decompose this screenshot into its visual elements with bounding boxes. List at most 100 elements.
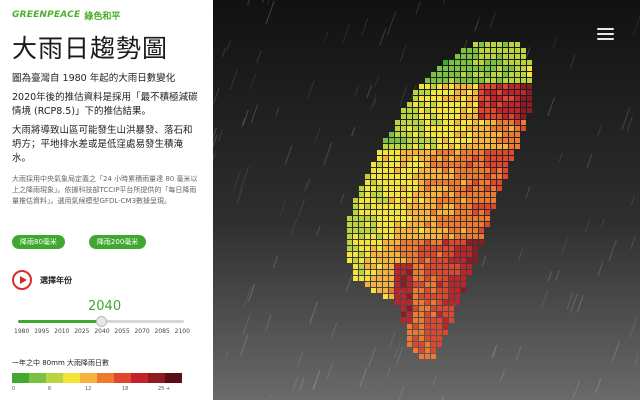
grid-cell bbox=[431, 264, 436, 269]
hamburger-menu-icon[interactable] bbox=[597, 28, 614, 40]
grid-cell bbox=[473, 180, 478, 185]
grid-cell bbox=[395, 144, 400, 149]
grid-cell bbox=[509, 96, 514, 101]
grid-cell bbox=[377, 270, 382, 275]
grid-cell bbox=[419, 174, 424, 179]
page-title: 大雨日趨勢圖 bbox=[12, 34, 169, 63]
grid-cell bbox=[401, 144, 406, 149]
grid-cell bbox=[377, 186, 382, 191]
grid-cell bbox=[419, 270, 424, 275]
grid-cell bbox=[473, 222, 478, 227]
grid-cell bbox=[443, 276, 448, 281]
grid-cell bbox=[437, 174, 442, 179]
year-slider[interactable] bbox=[18, 316, 184, 327]
grid-cell bbox=[485, 96, 490, 101]
legend-swatch bbox=[63, 373, 80, 383]
grid-cell bbox=[455, 114, 460, 119]
grid-cell bbox=[479, 192, 484, 197]
grid-cell bbox=[497, 162, 502, 167]
grid-cell bbox=[479, 198, 484, 203]
grid-cell bbox=[419, 222, 424, 227]
grid-cell bbox=[431, 306, 436, 311]
grid-cell bbox=[461, 174, 466, 179]
grid-cell bbox=[401, 222, 406, 227]
grid-cell bbox=[497, 114, 502, 119]
grid-cell bbox=[485, 162, 490, 167]
grid-cell bbox=[431, 318, 436, 323]
grid-cell bbox=[437, 270, 442, 275]
grid-cell bbox=[395, 216, 400, 221]
grid-cell bbox=[359, 216, 364, 221]
grid-cell bbox=[431, 72, 436, 77]
grid-cell bbox=[443, 222, 448, 227]
grid-cell bbox=[431, 354, 436, 359]
grid-cell bbox=[473, 252, 478, 257]
grid-cell bbox=[431, 150, 436, 155]
grid-cell bbox=[491, 108, 496, 113]
grid-cell bbox=[407, 270, 412, 275]
grid-cell bbox=[401, 156, 406, 161]
grid-cell bbox=[443, 198, 448, 203]
grid-cell bbox=[479, 126, 484, 131]
grid-cell bbox=[473, 66, 478, 71]
grid-cell bbox=[497, 108, 502, 113]
year-tick: 2070 bbox=[134, 328, 150, 335]
grid-cell bbox=[431, 324, 436, 329]
grid-cell bbox=[365, 246, 370, 251]
grid-cell bbox=[491, 174, 496, 179]
rain-200mm-button[interactable]: 降雨200毫米 bbox=[88, 235, 147, 249]
grid-cell bbox=[425, 354, 430, 359]
grid-cell bbox=[461, 60, 466, 65]
grid-cell bbox=[455, 174, 460, 179]
taiwan-map-area[interactable] bbox=[213, 0, 640, 400]
grid-cell bbox=[491, 198, 496, 203]
grid-cell bbox=[449, 150, 454, 155]
grid-cell bbox=[395, 282, 400, 287]
grid-cell bbox=[455, 228, 460, 233]
legend-swatch bbox=[114, 373, 131, 383]
grid-cell bbox=[425, 180, 430, 185]
grid-cell bbox=[377, 258, 382, 263]
grid-cell bbox=[395, 162, 400, 167]
grid-cell bbox=[365, 258, 370, 263]
grid-cell bbox=[443, 324, 448, 329]
grid-cell bbox=[425, 150, 430, 155]
grid-cell bbox=[419, 324, 424, 329]
play-icon[interactable] bbox=[12, 270, 32, 290]
year-slider-thumb[interactable] bbox=[96, 316, 107, 327]
rain-80mm-button[interactable]: 降雨80毫米 bbox=[12, 235, 65, 249]
grid-cell bbox=[521, 126, 526, 131]
grid-cell bbox=[377, 204, 382, 209]
grid-cell bbox=[401, 192, 406, 197]
grid-cell bbox=[359, 264, 364, 269]
grid-cell bbox=[395, 294, 400, 299]
grid-cell bbox=[521, 96, 526, 101]
grid-cell bbox=[443, 168, 448, 173]
year-tick: 1980 bbox=[14, 328, 30, 335]
greenpeace-logo[interactable]: GREENPEACE 綠色和平 bbox=[12, 8, 201, 22]
grid-cell bbox=[461, 288, 466, 293]
grid-cell bbox=[443, 66, 448, 71]
grid-cell bbox=[365, 240, 370, 245]
grid-cell bbox=[503, 126, 508, 131]
grid-cell bbox=[479, 84, 484, 89]
grid-cell bbox=[419, 276, 424, 281]
rain-grid-map[interactable] bbox=[213, 0, 640, 400]
grid-cell bbox=[377, 198, 382, 203]
grid-cell bbox=[431, 294, 436, 299]
grid-cell bbox=[521, 102, 526, 107]
grid-cell bbox=[503, 132, 508, 137]
grid-cell bbox=[413, 312, 418, 317]
grid-cell bbox=[377, 228, 382, 233]
grid-cell bbox=[491, 150, 496, 155]
grid-cell bbox=[455, 120, 460, 125]
grid-cell bbox=[521, 66, 526, 71]
grid-cell bbox=[473, 174, 478, 179]
grid-cell bbox=[497, 138, 502, 143]
grid-cell bbox=[407, 222, 412, 227]
grid-cell bbox=[455, 60, 460, 65]
grid-cell bbox=[449, 126, 454, 131]
grid-cell bbox=[425, 168, 430, 173]
grid-cell bbox=[467, 162, 472, 167]
grid-cell bbox=[443, 60, 448, 65]
